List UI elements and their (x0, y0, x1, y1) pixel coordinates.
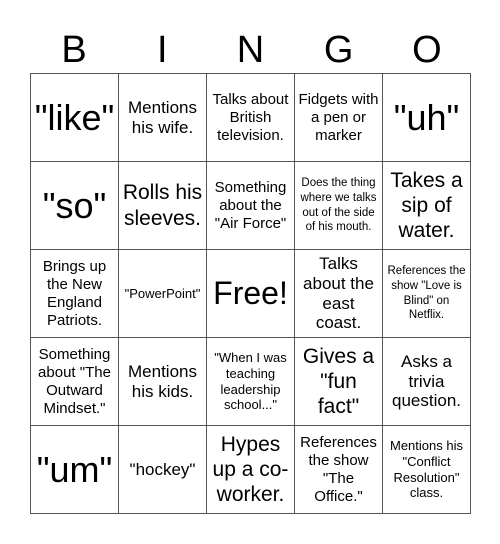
bingo-cell[interactable]: References the show "The Office." (295, 426, 383, 514)
bingo-cell[interactable]: Does the thing where we talks out of the… (295, 162, 383, 250)
bingo-cell[interactable]: Asks a trivia question. (383, 338, 471, 426)
bingo-cell[interactable]: Mentions his wife. (119, 74, 207, 162)
bingo-cell[interactable]: "like" (31, 74, 119, 162)
header-letter-g: G (323, 29, 354, 71)
header-letter-i: I (157, 29, 168, 71)
bingo-cell[interactable]: Talks about British television. (207, 74, 295, 162)
bingo-cell[interactable]: "so" (31, 162, 119, 250)
bingo-cell[interactable]: Gives a "fun fact" (295, 338, 383, 426)
bingo-header: B I N G O (30, 28, 471, 72)
bingo-cell[interactable]: References the show "Love is Blind" on N… (383, 250, 471, 338)
bingo-cell[interactable]: Something about "The Outward Mindset." (31, 338, 119, 426)
bingo-cell[interactable]: Talks about the east coast. (295, 250, 383, 338)
bingo-cell[interactable]: "PowerPoint" (119, 250, 207, 338)
bingo-cell[interactable]: Takes a sip of water. (383, 162, 471, 250)
bingo-cell[interactable]: "hockey" (119, 426, 207, 514)
header-letter-o: O (412, 29, 442, 71)
header-letter-b: B (61, 29, 87, 71)
bingo-cell[interactable]: Brings up the New England Patriots. (31, 250, 119, 338)
bingo-cell[interactable]: Fidgets with a pen or marker (295, 74, 383, 162)
bingo-cell[interactable]: Hypes up a co-worker. (207, 426, 295, 514)
bingo-cell[interactable]: Mentions his "Conflict Resolution" class… (383, 426, 471, 514)
bingo-cell[interactable]: Rolls his sleeves. (119, 162, 207, 250)
header-letter-n: N (236, 29, 265, 71)
free-space[interactable]: Free! (207, 250, 295, 338)
bingo-card: "like" Mentions his wife. Talks about Br… (30, 73, 471, 514)
bingo-cell[interactable]: "When I was teaching leadership school..… (207, 338, 295, 426)
bingo-cell[interactable]: Mentions his kids. (119, 338, 207, 426)
bingo-cell[interactable]: "um" (31, 426, 119, 514)
bingo-cell[interactable]: "uh" (383, 74, 471, 162)
bingo-cell[interactable]: Something about the "Air Force" (207, 162, 295, 250)
